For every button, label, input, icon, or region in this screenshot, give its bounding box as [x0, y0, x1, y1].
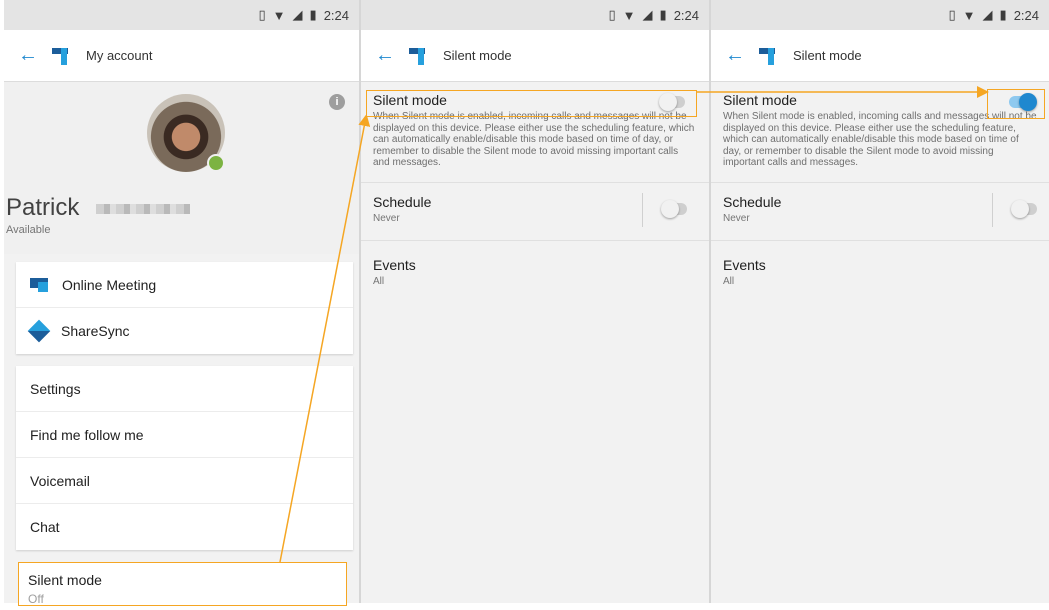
profile-status: Available	[6, 224, 51, 236]
schedule-row[interactable]: Schedule Never	[361, 182, 709, 240]
back-arrow-icon[interactable]: ←	[375, 44, 401, 67]
toolbar: ← Silent mode	[711, 30, 1049, 82]
find-me-follow-me-label: Find me follow me	[30, 426, 144, 443]
schedule-separator	[992, 193, 993, 227]
events-value: All	[723, 276, 735, 287]
no-signal-icon: ◢	[982, 7, 993, 22]
no-signal-icon: ◢	[642, 7, 653, 22]
app-logo-icon	[759, 45, 781, 67]
silent-mode-title: Silent mode	[723, 92, 797, 108]
silent-mode-value: Off	[28, 592, 44, 606]
toolbar: ← Silent mode	[361, 30, 709, 82]
toolbar: ← My account	[4, 30, 359, 82]
schedule-toggle[interactable]	[1011, 200, 1037, 218]
back-arrow-icon[interactable]: ←	[725, 44, 751, 67]
page-title: My account	[86, 48, 153, 63]
settings-label: Settings	[30, 380, 81, 397]
status-bar: ▯ ▼ ◢ ▮ 2:24	[711, 0, 1049, 30]
sharesync-icon	[27, 319, 51, 343]
silent-mode-toggle[interactable]	[659, 93, 685, 111]
voicemail-item[interactable]: Voicemail	[16, 458, 353, 504]
status-bar: ▯ ▼ ◢ ▮ 2:24	[4, 0, 359, 30]
silent-mode-description: When Silent mode is enabled, incoming ca…	[373, 111, 695, 168]
vibrate-icon: ▯	[258, 7, 266, 22]
schedule-value: Never	[373, 213, 400, 224]
sharesync-label: ShareSync	[61, 323, 130, 339]
online-meeting-icon	[30, 277, 48, 292]
apps-card: Online Meeting ShareSync	[16, 262, 353, 354]
sharesync-item[interactable]: ShareSync	[16, 308, 353, 354]
info-icon[interactable]: i	[329, 94, 345, 110]
vibrate-icon: ▯	[608, 7, 616, 22]
page-title: Silent mode	[793, 48, 862, 63]
find-me-follow-me-item[interactable]: Find me follow me	[16, 412, 353, 458]
status-time: 2:24	[673, 7, 699, 23]
wifi-icon: ▼	[272, 7, 286, 23]
profile-name: Patrick	[6, 194, 80, 221]
events-row[interactable]: Events All	[361, 240, 709, 296]
schedule-toggle[interactable]	[661, 200, 687, 218]
vibrate-icon: ▯	[948, 7, 956, 22]
presence-indicator	[207, 154, 225, 172]
silent-mode-description: When Silent mode is enabled, incoming ca…	[723, 111, 1037, 168]
silent-mode-screen-on: ▯ ▼ ◢ ▮ 2:24 ← Silent mode Silent mode W…	[711, 0, 1049, 603]
silent-mode-toggle[interactable]	[1009, 93, 1037, 111]
schedule-row[interactable]: Schedule Never	[711, 182, 1049, 240]
status-bar: ▯ ▼ ◢ ▮ 2:24	[361, 0, 709, 30]
wifi-icon: ▼	[622, 7, 636, 23]
wifi-icon: ▼	[962, 7, 976, 23]
status-time: 2:24	[323, 7, 349, 23]
silent-mode-screen-off: ▯ ▼ ◢ ▮ 2:24 ← Silent mode Silent mode W…	[361, 0, 709, 603]
schedule-value: Never	[723, 213, 750, 224]
battery-icon: ▮	[309, 7, 317, 22]
online-meeting-label: Online Meeting	[62, 276, 157, 293]
events-title: Events	[373, 257, 416, 273]
events-value: All	[373, 276, 385, 287]
voicemail-label: Voicemail	[30, 472, 90, 489]
status-time: 2:24	[1013, 7, 1039, 23]
schedule-title: Schedule	[723, 194, 782, 210]
silent-mode-label: Silent mode	[28, 572, 102, 588]
profile-header: i Patrick Available	[4, 82, 359, 254]
schedule-separator	[642, 193, 643, 227]
redacted-surname	[96, 204, 190, 214]
app-logo-icon	[409, 45, 431, 67]
app-logo-icon	[52, 45, 74, 67]
settings-card: Settings Find me follow me Voicemail Cha…	[16, 366, 353, 550]
chat-label: Chat	[30, 519, 60, 535]
no-signal-icon: ◢	[292, 7, 303, 22]
battery-icon: ▮	[999, 7, 1007, 22]
settings-item[interactable]: Settings	[16, 366, 353, 412]
my-account-screen: ▯ ▼ ◢ ▮ 2:24 ← My account i Patrick Avai…	[4, 0, 359, 603]
page-title: Silent mode	[443, 48, 512, 63]
battery-icon: ▮	[659, 7, 667, 22]
silent-mode-setting: Silent mode When Silent mode is enabled,…	[361, 82, 709, 182]
chat-item[interactable]: Chat	[16, 504, 353, 550]
back-arrow-icon[interactable]: ←	[18, 44, 44, 67]
schedule-title: Schedule	[373, 194, 432, 210]
silent-mode-title: Silent mode	[373, 92, 447, 108]
online-meeting-item[interactable]: Online Meeting	[16, 262, 353, 308]
silent-mode-setting: Silent mode When Silent mode is enabled,…	[711, 82, 1049, 182]
events-row[interactable]: Events All	[711, 240, 1049, 296]
events-title: Events	[723, 257, 766, 273]
